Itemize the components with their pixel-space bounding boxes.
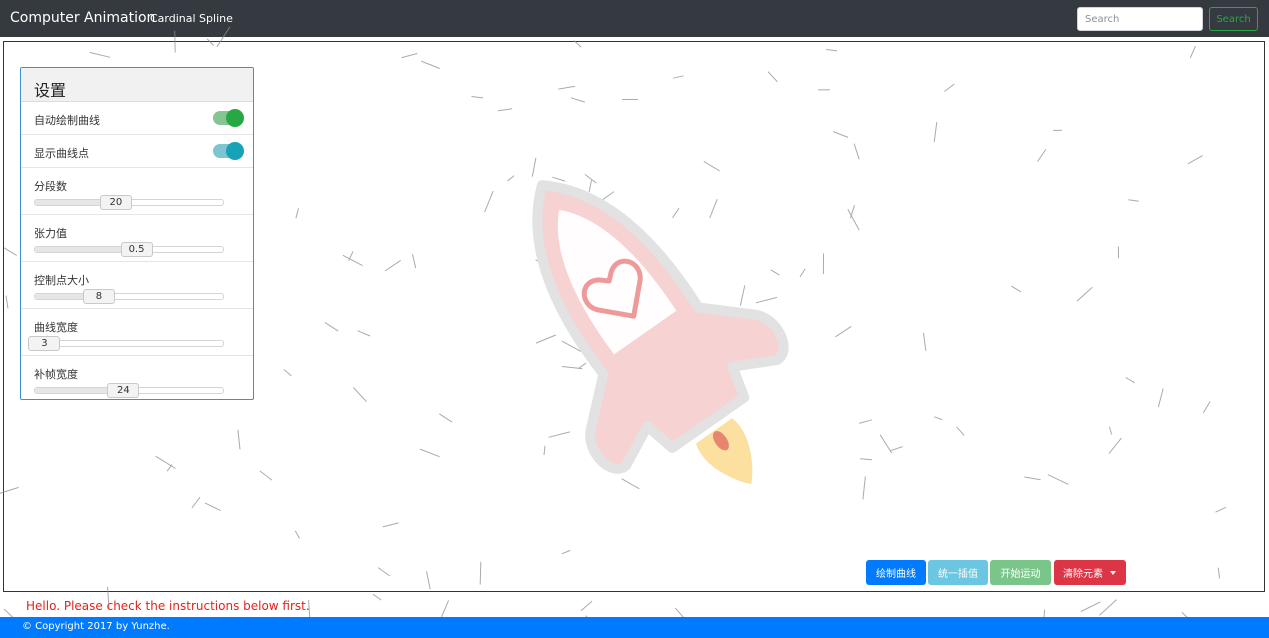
slider-row-point-size: 控制点大小 8 [21,262,253,309]
toggle-label-show-points: 显示曲线点 [34,147,89,160]
particle-stroke [441,600,450,617]
curve-width-slider[interactable]: 3 [28,336,224,351]
slider-row-tension: 张力值 0.5 [21,215,253,262]
slider-label-segments: 分段数 [34,180,67,193]
nav-link-cardinal-spline[interactable]: Cardinal Spline [150,12,233,25]
frame-width-slider[interactable]: 24 [34,383,224,398]
footer: © Copyright 2017 by Yunzhe. [0,617,1269,638]
particle-stroke [1099,599,1117,616]
caret-down-icon [1110,571,1116,575]
interpolate-button[interactable]: 统一插值 [928,560,988,585]
point-size-slider[interactable]: 8 [34,289,224,304]
slider-row-frame-width: 补帧宽度 24 [21,356,253,399]
slider-label-tension: 张力值 [34,227,67,240]
particle-stroke [580,600,593,612]
switch-knob [226,109,244,127]
segments-slider[interactable]: 20 [34,195,224,210]
switch-knob [226,142,244,160]
copyright-text: © Copyright 2017 by Yunzhe. [22,621,170,632]
navbar: Computer Animation Cardinal Spline Searc… [0,0,1269,37]
settings-panel: 设置 自动绘制曲线 显示曲线点 分段数 20 张力值 0.5 控制点大小 8 曲… [20,67,254,400]
search-button[interactable]: Search [1209,7,1258,31]
point-size-slider-handle[interactable]: 8 [82,289,115,304]
slider-label-frame-width: 补帧宽度 [34,368,78,381]
settings-title: 设置 [21,68,253,102]
particle-stroke [1080,601,1101,612]
curve-width-slider-handle[interactable]: 3 [28,336,61,351]
segments-slider-handle[interactable]: 20 [99,195,132,210]
slider-row-curve-width: 曲线宽度 3 [21,309,253,356]
navbar-brand[interactable]: Computer Animation [10,10,155,26]
tension-slider[interactable]: 0.5 [34,242,224,257]
clear-elements-label: 清除元素 [1063,569,1103,580]
instruction-message: Hello. Please check the instructions bel… [26,599,310,613]
slider-label-curve-width: 曲线宽度 [34,321,78,334]
tension-slider-handle[interactable]: 0.5 [120,242,153,257]
slider-label-point-size: 控制点大小 [34,274,89,287]
toggle-row-show-points: 显示曲线点 [21,135,253,168]
frame-width-slider-handle[interactable]: 24 [107,383,140,398]
show-points-switch[interactable] [213,142,244,160]
slider-row-segments: 分段数 20 [21,168,253,215]
toggle-row-auto-draw: 自动绘制曲线 [21,102,253,135]
particle-stroke [372,593,382,601]
search-input[interactable] [1077,7,1203,31]
start-motion-button[interactable]: 开始运动 [990,560,1051,585]
toggle-label-auto-draw: 自动绘制曲线 [34,114,100,127]
clear-elements-button[interactable]: 清除元素 [1054,560,1126,585]
draw-curve-button[interactable]: 绘制曲线 [866,560,926,585]
auto-draw-switch[interactable] [213,109,244,127]
